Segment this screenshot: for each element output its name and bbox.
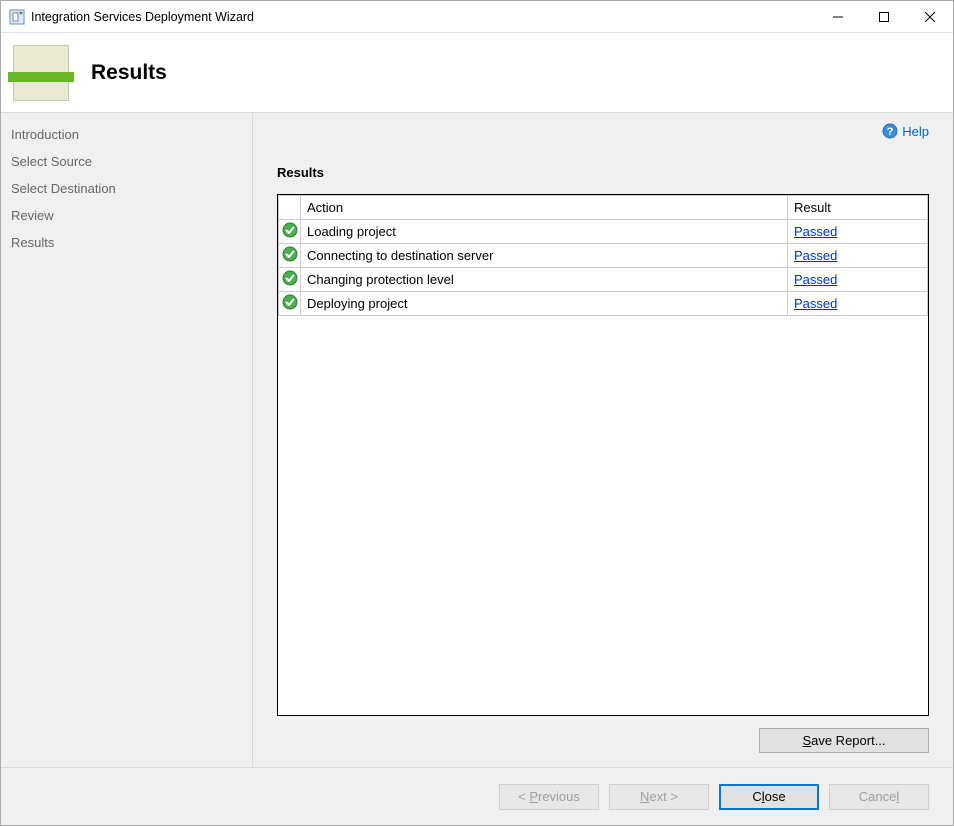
next-button: Next > [609,784,709,810]
sidebar-item-select-source[interactable]: Select Source [1,148,252,175]
wizard-window: Integration Services Deployment Wizard R… [0,0,954,826]
main-content: ? Help Results Action Result [253,113,953,767]
action-cell: Connecting to destination server [301,244,788,268]
success-icon [282,270,298,286]
table-row: Connecting to destination server Passed [279,244,928,268]
window-controls [815,1,953,32]
status-cell [279,268,301,292]
maximize-button[interactable] [861,1,907,32]
sidebar-item-introduction[interactable]: Introduction [1,121,252,148]
help-link[interactable]: ? Help [882,123,929,139]
result-link[interactable]: Passed [794,248,837,263]
column-header-status-icon[interactable] [279,196,301,220]
footer: < Previous Next > Close Cancel [1,767,953,825]
result-link[interactable]: Passed [794,224,837,239]
help-label: Help [902,124,929,139]
save-report-label-rest: ave Report... [811,733,885,748]
close-window-button[interactable] [907,1,953,32]
success-icon [282,246,298,262]
sidebar-item-review[interactable]: Review [1,202,252,229]
status-cell [279,220,301,244]
save-report-button[interactable]: Save Report... [759,728,929,753]
previous-button: < Previous [499,784,599,810]
page-title: Results [91,61,167,85]
status-cell [279,292,301,316]
body: Introduction Select Source Select Destin… [1,113,953,767]
column-header-result[interactable]: Result [788,196,928,220]
sidebar: Introduction Select Source Select Destin… [1,113,253,767]
result-cell: Passed [788,292,928,316]
wizard-header-icon [13,45,69,101]
app-icon [9,9,25,25]
table-row: Deploying project Passed [279,292,928,316]
sidebar-item-select-destination[interactable]: Select Destination [1,175,252,202]
status-cell [279,244,301,268]
close-button[interactable]: Close [719,784,819,810]
column-header-action[interactable]: Action [301,196,788,220]
minimize-button[interactable] [815,1,861,32]
sidebar-item-results[interactable]: Results [1,229,252,256]
action-cell: Loading project [301,220,788,244]
results-table-container: Action Result Loading project [277,194,929,716]
section-title: Results [277,165,929,180]
cancel-button: Cancel [829,784,929,810]
svg-text:?: ? [887,126,894,138]
table-row: Loading project Passed [279,220,928,244]
success-icon [282,222,298,238]
save-report-row: Save Report... [277,728,929,753]
result-cell: Passed [788,268,928,292]
window-title: Integration Services Deployment Wizard [31,10,815,24]
action-cell: Changing protection level [301,268,788,292]
help-icon: ? [882,123,898,139]
success-icon [282,294,298,310]
result-cell: Passed [788,220,928,244]
action-cell: Deploying project [301,292,788,316]
table-row: Changing protection level Passed [279,268,928,292]
help-row: ? Help [277,123,929,139]
titlebar: Integration Services Deployment Wizard [1,1,953,33]
result-link[interactable]: Passed [794,296,837,311]
result-cell: Passed [788,244,928,268]
result-link[interactable]: Passed [794,272,837,287]
header: Results [1,33,953,113]
results-table: Action Result Loading project [278,195,928,316]
